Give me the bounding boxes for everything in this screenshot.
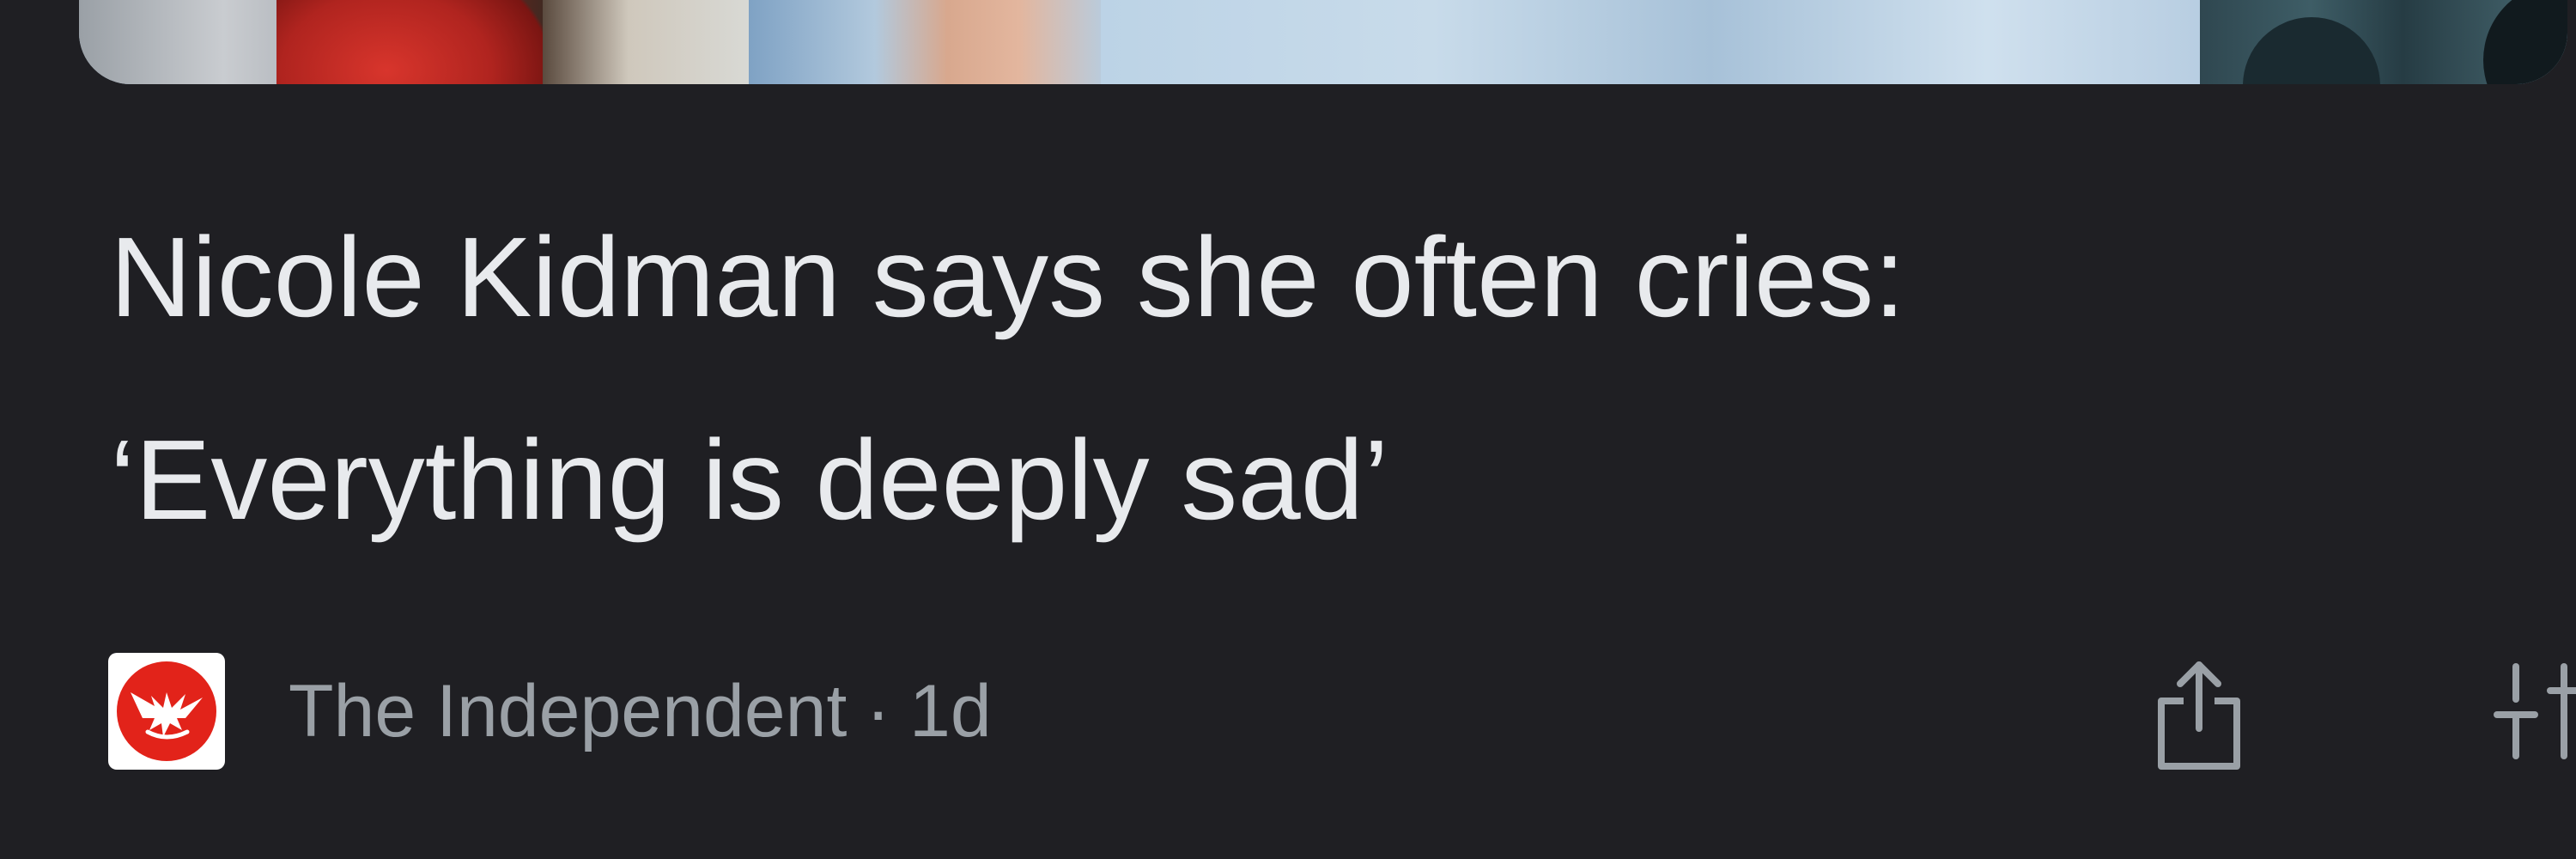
thumbnail-region	[79, 0, 285, 84]
independent-eagle-logo-icon	[117, 661, 216, 761]
publisher-logo	[108, 653, 225, 770]
source-meta: The Independent · 1d	[289, 669, 992, 754]
publisher-name[interactable]: The Independent	[289, 670, 847, 752]
article-age: 1d	[908, 669, 992, 752]
share-button[interactable]	[2143, 646, 2255, 783]
thumbnail-region	[749, 0, 1109, 84]
thumbnail-region	[543, 0, 757, 84]
more-options-icon	[2494, 663, 2576, 759]
article-headline[interactable]: Nicole Kidman says she often cries: ‘Eve…	[110, 176, 2428, 582]
share-icon	[2158, 661, 2240, 770]
headline-line-2: ‘Everything is deeply sad’	[110, 417, 1389, 543]
more-options-button[interactable]	[2482, 646, 2576, 783]
meta-separator: ·	[866, 669, 890, 752]
thumbnail-region	[1101, 0, 2208, 84]
thumbnail-region	[276, 0, 551, 84]
source-row: The Independent · 1d	[108, 653, 992, 770]
article-thumbnail[interactable]	[79, 0, 2567, 84]
headline-line-1: Nicole Kidman says she often cries:	[110, 214, 1905, 340]
news-card[interactable]: Nicole Kidman says she often cries: ‘Eve…	[0, 0, 2576, 859]
